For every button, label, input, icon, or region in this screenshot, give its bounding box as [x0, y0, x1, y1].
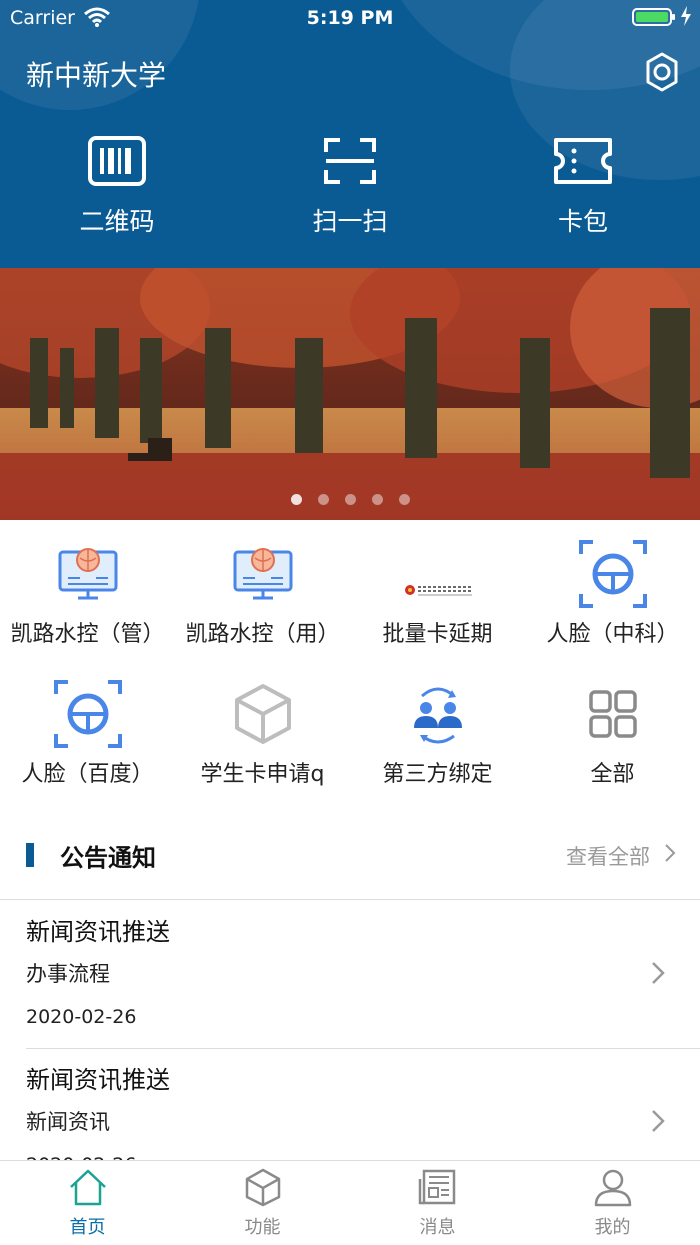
page-dot[interactable]	[398, 494, 410, 505]
function-label: 学生卡申请q	[200, 762, 325, 787]
chevron-right-icon	[652, 1110, 665, 1132]
function-label: 批量卡延期	[382, 622, 493, 647]
view-all-link[interactable]: 查看全部	[566, 841, 650, 871]
banner-carousel[interactable]	[0, 268, 700, 520]
tab-profile[interactable]: 我的	[525, 1161, 700, 1245]
clock: 5:19 PM	[306, 7, 394, 29]
notices-title: 公告通知	[60, 844, 156, 872]
home-icon	[70, 1169, 106, 1206]
function-student-card-apply[interactable]: 学生卡申请q	[175, 660, 350, 796]
face-recognition-icon	[579, 540, 647, 608]
banner-image	[0, 268, 700, 520]
status-bar: Carrier 5:19 PM	[0, 0, 700, 36]
tab-messages[interactable]: 消息	[350, 1161, 525, 1245]
header: Carrier 5:19 PM 新中新大学 二维码 扫一扫 卡包	[0, 0, 700, 268]
function-all[interactable]: 全部	[525, 660, 700, 796]
scan-icon	[324, 138, 376, 184]
tab-label: 我的	[594, 1217, 631, 1238]
news-icon	[418, 1169, 456, 1205]
news-category: 办事流程	[26, 962, 110, 986]
tab-label: 首页	[69, 1217, 106, 1238]
quick-action-qrcode[interactable]: 二维码	[37, 136, 197, 238]
quick-action-scan[interactable]: 扫一扫	[270, 136, 430, 238]
face-recognition-icon	[54, 680, 122, 748]
tab-bar: 首页 功能 消息 我的	[0, 1160, 700, 1245]
function-third-party-bind[interactable]: 第三方绑定	[350, 660, 525, 796]
water-control-icon	[233, 548, 293, 600]
function-label: 凯路水控（管）	[10, 622, 165, 647]
page-dot[interactable]	[290, 494, 302, 505]
quick-action-label: 二维码	[79, 207, 155, 236]
tab-label: 功能	[244, 1217, 281, 1238]
quick-action-label: 扫一扫	[312, 207, 388, 236]
user-icon	[594, 1169, 632, 1207]
function-label: 人脸（中科）	[546, 622, 679, 647]
function-batch-card-extend[interactable]: 批量卡延期	[350, 520, 525, 656]
section-marker	[26, 843, 34, 867]
news-title: 新闻资讯推送	[26, 1066, 170, 1094]
page-dot[interactable]	[317, 494, 329, 505]
news-date: 2020-02-26	[26, 1006, 137, 1028]
qrcode-icon	[88, 136, 146, 186]
cube-icon	[245, 1168, 281, 1207]
function-label: 全部	[590, 762, 635, 787]
tab-label: 消息	[419, 1217, 456, 1238]
tab-functions[interactable]: 功能	[175, 1161, 350, 1245]
cube-icon	[235, 684, 291, 744]
quick-action-label: 卡包	[557, 207, 608, 236]
function-label: 人脸（百度）	[21, 762, 154, 787]
card-wallet-icon	[554, 138, 612, 184]
chevron-right-icon[interactable]	[664, 843, 676, 863]
grid-all-icon	[589, 690, 637, 738]
page-dot[interactable]	[371, 494, 383, 505]
tab-home[interactable]: 首页	[0, 1161, 175, 1245]
function-face-zhongke[interactable]: 人脸（中科）	[525, 520, 700, 656]
function-face-baidu[interactable]: 人脸（百度）	[0, 660, 175, 796]
page-dot[interactable]	[344, 494, 356, 505]
third-party-bind-icon	[414, 687, 462, 744]
function-label: 凯路水控（用）	[185, 622, 340, 647]
college-logo-icon	[405, 585, 472, 596]
charging-icon	[681, 6, 691, 26]
function-water-control-admin[interactable]: 凯路水控（管）	[0, 520, 175, 656]
news-title: 新闻资讯推送	[26, 918, 170, 946]
news-item[interactable]: 新闻资讯推送 办事流程 2020-02-26	[0, 900, 700, 1048]
water-control-icon	[58, 548, 118, 600]
news-category: 新闻资讯	[26, 1110, 110, 1134]
quick-action-card-wallet[interactable]: 卡包	[503, 136, 663, 238]
function-water-control-user[interactable]: 凯路水控（用）	[175, 520, 350, 656]
function-label: 第三方绑定	[382, 762, 493, 787]
settings-gear-icon[interactable]	[640, 50, 684, 94]
app-title: 新中新大学	[26, 59, 167, 92]
banner-page-indicator[interactable]	[0, 494, 700, 505]
chevron-right-icon	[652, 962, 665, 984]
battery-icon	[632, 8, 675, 26]
